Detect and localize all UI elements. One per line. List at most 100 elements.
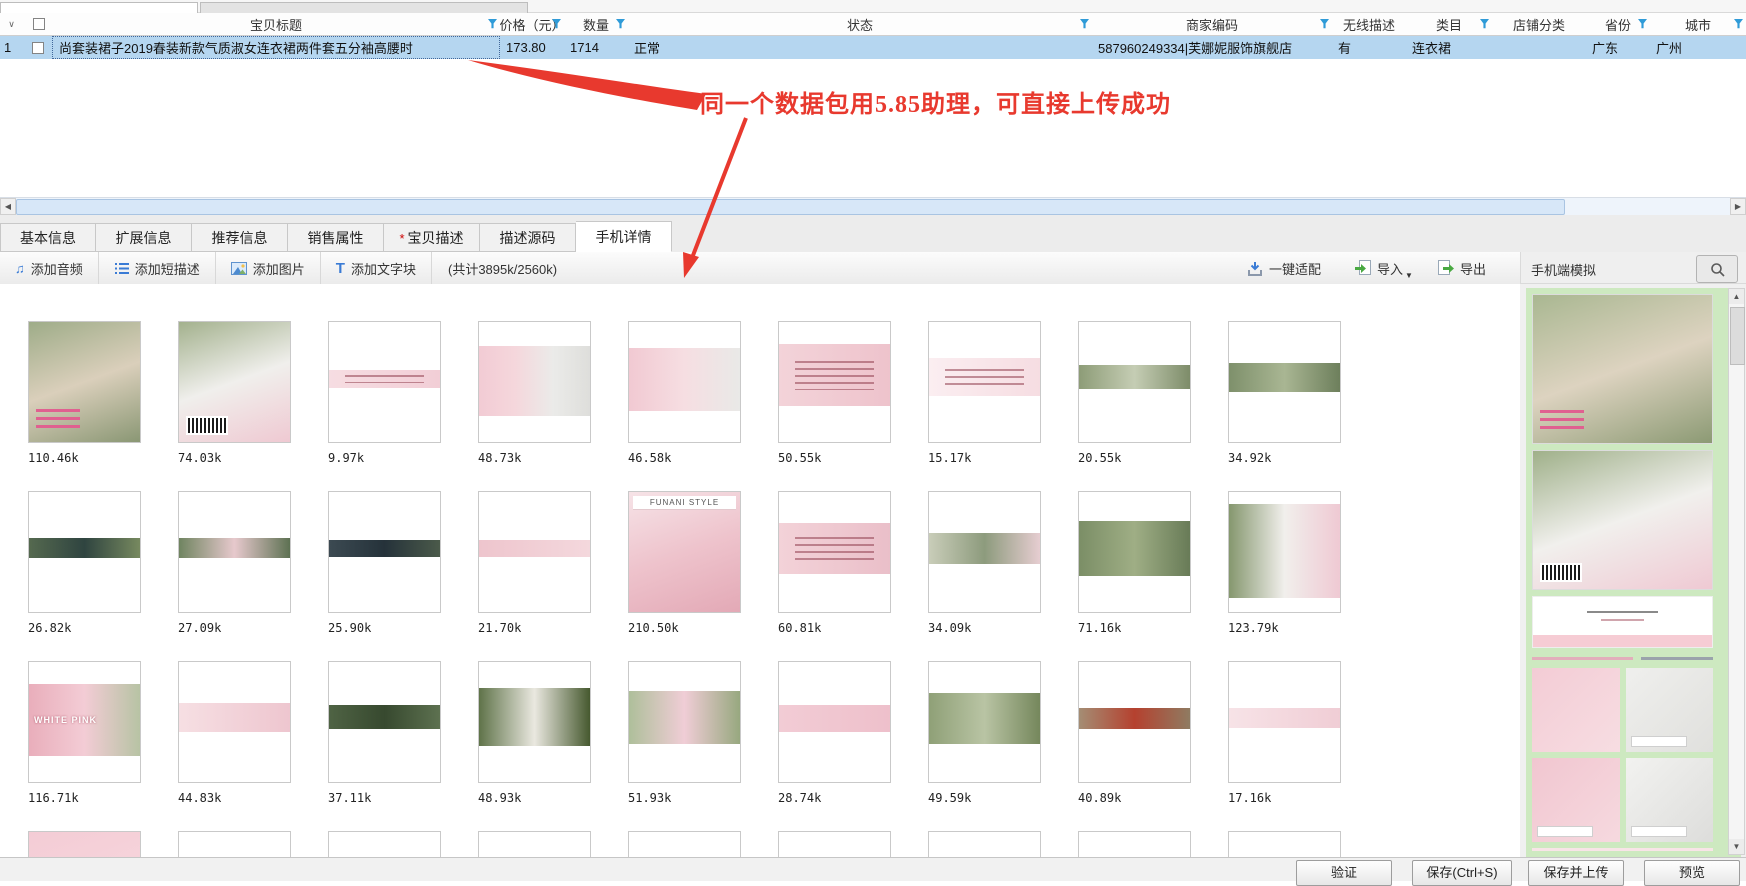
tab-phone-detail[interactable]: 手机详情 bbox=[576, 221, 672, 252]
filter-icon[interactable] bbox=[488, 19, 497, 29]
zoom-button[interactable] bbox=[1696, 255, 1738, 283]
tab-description-source[interactable]: 描述源码 bbox=[480, 223, 576, 252]
thumbnail-image[interactable] bbox=[1228, 491, 1341, 613]
col-merchant-code[interactable]: 商家编码 bbox=[1092, 13, 1332, 35]
scroll-left-icon[interactable]: ◀ bbox=[0, 198, 16, 215]
col-quantity[interactable]: 数量 bbox=[564, 13, 628, 35]
thumbnail-image[interactable] bbox=[178, 321, 291, 443]
filter-icon[interactable] bbox=[1080, 19, 1089, 29]
thumbnail-image[interactable] bbox=[628, 661, 741, 783]
tab-extended-info[interactable]: 扩展信息 bbox=[96, 223, 192, 252]
col-wireless-desc-label: 无线描述 bbox=[1343, 15, 1395, 34]
scroll-right-icon[interactable]: ▶ bbox=[1730, 198, 1746, 215]
thumbnail-size: 71.16k bbox=[1078, 621, 1191, 635]
col-title[interactable]: 宝贝标题 bbox=[52, 13, 500, 35]
col-wireless-desc[interactable]: 无线描述 bbox=[1332, 13, 1406, 35]
filter-icon[interactable] bbox=[1480, 19, 1489, 29]
save-and-upload-button[interactable]: 保存并上传 bbox=[1528, 860, 1624, 886]
row-checkbox[interactable] bbox=[32, 42, 44, 54]
horizontal-scrollbar[interactable]: ◀ ▶ bbox=[0, 197, 1746, 216]
tab-recommend-info[interactable]: 推荐信息 bbox=[192, 223, 288, 252]
thumbnail-image[interactable] bbox=[178, 831, 291, 857]
col-price[interactable]: 价格（元） bbox=[500, 13, 564, 35]
tab-sales-attrs[interactable]: 销售属性 bbox=[288, 223, 384, 252]
thumbnail-cell bbox=[928, 831, 1041, 857]
thumbnail-image[interactable] bbox=[178, 491, 291, 613]
export-button[interactable]: 导出 bbox=[1428, 252, 1496, 284]
thumbnail-image[interactable] bbox=[478, 491, 591, 613]
thumbnail-image[interactable] bbox=[778, 831, 891, 857]
select-all-caret[interactable]: ∨ bbox=[8, 19, 15, 30]
col-shop-category[interactable]: 店铺分类 bbox=[1492, 13, 1586, 35]
thumbnail-image[interactable] bbox=[1078, 321, 1191, 443]
header-gutter: ∨ bbox=[0, 13, 26, 35]
thumbnail-image[interactable]: FUNANI STYLE bbox=[628, 491, 741, 613]
thumbnail-image[interactable] bbox=[928, 661, 1041, 783]
thumbnail-image[interactable] bbox=[778, 661, 891, 783]
thumbnail-image[interactable] bbox=[28, 491, 141, 613]
thumbnail-image[interactable] bbox=[1228, 321, 1341, 443]
filter-icon[interactable] bbox=[1320, 19, 1329, 29]
col-quantity-label: 数量 bbox=[583, 15, 609, 34]
thumbnail-image[interactable] bbox=[328, 831, 441, 857]
thumbnail-image[interactable] bbox=[28, 321, 141, 443]
select-all-checkbox[interactable] bbox=[33, 18, 45, 30]
phone-block-half bbox=[1626, 758, 1714, 842]
col-status[interactable]: 状态 bbox=[628, 13, 1092, 35]
import-dropdown-icon[interactable]: ▼ bbox=[1405, 271, 1413, 280]
thumbnail-image[interactable] bbox=[1078, 491, 1191, 613]
thumbnail-image[interactable] bbox=[478, 321, 591, 443]
add-short-description-button[interactable]: 添加短描述 bbox=[99, 252, 216, 284]
scroll-up-icon[interactable]: ▲ bbox=[1729, 289, 1744, 304]
verify-button[interactable]: 验证 bbox=[1296, 860, 1392, 886]
thumbnail-size: 51.93k bbox=[628, 791, 741, 805]
thumbnail-image[interactable]: WHITE PINK bbox=[28, 661, 141, 783]
thumbnail-image[interactable] bbox=[928, 491, 1041, 613]
col-city[interactable]: 城市 bbox=[1650, 13, 1746, 35]
thumbnail-image[interactable] bbox=[1228, 831, 1341, 857]
col-category[interactable]: 类目 bbox=[1406, 13, 1492, 35]
thumbnail-image[interactable] bbox=[478, 831, 591, 857]
thumbnail-image[interactable] bbox=[928, 831, 1041, 857]
scroll-down-icon[interactable]: ▼ bbox=[1729, 839, 1744, 854]
col-shop-category-label: 店铺分类 bbox=[1513, 15, 1565, 34]
thumbnail-image[interactable] bbox=[1078, 831, 1191, 857]
tab-basic-info[interactable]: 基本信息 bbox=[0, 223, 96, 252]
phone-scrollbar-thumb[interactable] bbox=[1730, 307, 1745, 365]
thumbnail-image[interactable] bbox=[178, 661, 291, 783]
phone-vertical-scrollbar[interactable]: ▲ ▼ bbox=[1728, 288, 1745, 855]
thumbnail-image[interactable] bbox=[328, 491, 441, 613]
horizontal-scrollbar-thumb[interactable] bbox=[16, 199, 1565, 215]
add-image-button[interactable]: 添加图片 bbox=[216, 252, 321, 284]
tab-item-description[interactable]: *宝贝描述 bbox=[384, 223, 480, 252]
thumbnail-image[interactable] bbox=[328, 661, 441, 783]
thumbnail-image[interactable] bbox=[628, 831, 741, 857]
filter-icon[interactable] bbox=[1638, 19, 1647, 29]
product-row[interactable]: 1 尚套装裙子2019春装新款气质淑女连衣裙两件套五分袖高腰时 173.80 1… bbox=[0, 36, 1746, 59]
thumbnail-image[interactable] bbox=[1228, 661, 1341, 783]
thumbnail-image[interactable] bbox=[628, 321, 741, 443]
col-province[interactable]: 省份 bbox=[1586, 13, 1650, 35]
thumbnail-size: 21.70k bbox=[478, 621, 591, 635]
thumbnail-strip bbox=[929, 693, 1040, 743]
one-key-fit-button[interactable]: 一键适配 bbox=[1237, 252, 1331, 284]
preview-button[interactable]: 预览 bbox=[1644, 860, 1740, 886]
thumbnail-cell: WHITE PINK116.71k bbox=[28, 661, 141, 805]
row-title[interactable]: 尚套装裙子2019春装新款气质淑女连衣裙两件套五分袖高腰时 bbox=[52, 36, 500, 59]
thumbnail-image[interactable] bbox=[1078, 661, 1191, 783]
thumbnail-image[interactable] bbox=[28, 831, 141, 857]
import-button[interactable]: 导入 ▼ bbox=[1345, 252, 1423, 284]
thumbnail-image[interactable] bbox=[928, 321, 1041, 443]
dv1-decoration bbox=[1532, 657, 1633, 660]
phone-block-half bbox=[1532, 758, 1620, 842]
filter-icon[interactable] bbox=[1734, 19, 1743, 29]
thumbnail-image[interactable] bbox=[328, 321, 441, 443]
filter-icon[interactable] bbox=[616, 19, 625, 29]
add-audio-button[interactable]: ♫ 添加音频 bbox=[0, 252, 99, 284]
add-text-block-button[interactable]: T 添加文字块 bbox=[321, 252, 432, 284]
thumbnail-image[interactable] bbox=[778, 491, 891, 613]
save-button[interactable]: 保存(Ctrl+S) bbox=[1412, 860, 1512, 886]
thumbnail-image[interactable] bbox=[778, 321, 891, 443]
thumbnail-strip bbox=[179, 538, 290, 558]
thumbnail-image[interactable] bbox=[478, 661, 591, 783]
